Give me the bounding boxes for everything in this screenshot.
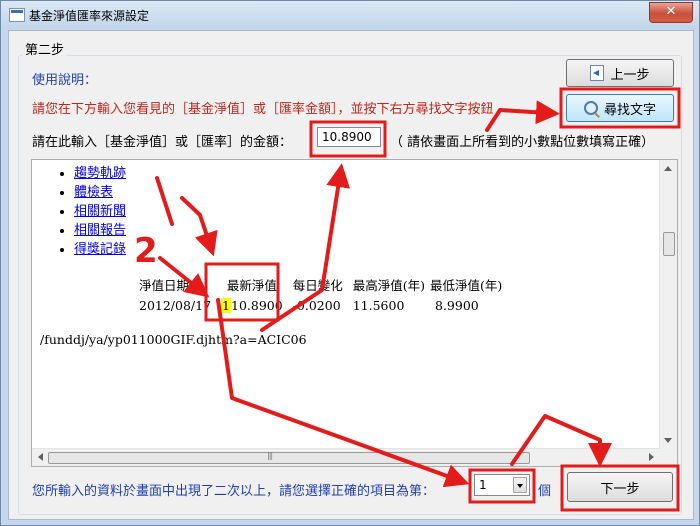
table-cell-nav: 110.8900	[216, 296, 288, 315]
amount-input[interactable]	[317, 127, 381, 147]
search-icon	[583, 101, 598, 115]
instruction-text: 請您在下方輸入您看見的［基金淨值］或［匯率金額］，並按下右方尋找文字按鈕	[32, 102, 494, 117]
table-cell-low: 8.9900	[434, 298, 479, 313]
vertical-scroll-thumb[interactable]	[663, 232, 675, 256]
scroll-down-icon[interactable]	[664, 438, 672, 443]
window-app-icon	[9, 8, 25, 22]
step-title: 第二步	[22, 39, 68, 58]
table-header: 最高淨值(年)	[352, 278, 425, 293]
vertical-scrollbar[interactable]	[659, 160, 677, 449]
title-bar[interactable]: 基金淨值匯率來源設定 ✕	[1, 1, 699, 29]
close-button[interactable]: ✕	[649, 2, 693, 23]
link-trend[interactable]: 趨勢軌跡	[74, 166, 126, 181]
nav-table: 淨值日期 最新淨值 每日變化 最高淨值(年) 最低淨值(年) 2012/08/1…	[134, 273, 507, 315]
list-item: 趨勢軌跡	[74, 164, 126, 183]
list-item: 得獎記錄	[74, 240, 126, 259]
next-step-label: 下一步	[600, 481, 640, 497]
url-text: /funddj/ya/yp011000GIF.djhtm?a=ACIC06	[40, 332, 307, 347]
link-awards[interactable]: 得獎記錄	[74, 242, 126, 257]
scroll-grip-icon: |||	[267, 451, 273, 460]
table-header: 最新淨值	[226, 278, 277, 293]
scroll-right-icon[interactable]	[649, 453, 654, 461]
find-text-button[interactable]: 尋找文字	[566, 94, 674, 122]
table-header-row: 淨值日期 最新淨值 每日變化 最高淨值(年) 最低淨值(年)	[134, 273, 507, 296]
web-preview-pane[interactable]: 趨勢軌跡 體檢表 相關新聞 相關報告 得獎記錄 淨值日期 最新淨值 每日變化 最…	[31, 159, 678, 467]
table-header: 最低淨值(年)	[429, 278, 503, 293]
nav-value: 10.8900	[231, 298, 283, 313]
link-news[interactable]: 相關新聞	[74, 204, 126, 219]
link-list: 趨勢軌跡 體檢表 相關新聞 相關報告 得獎記錄	[64, 164, 126, 259]
amount-label: 請在此輸入［基金淨值］或［匯率］的金額：	[32, 135, 293, 150]
list-item: 相關報告	[74, 221, 126, 240]
dropdown-arrow-icon[interactable]	[513, 477, 527, 493]
next-step-button[interactable]: 下一步	[567, 472, 673, 502]
horizontal-scrollbar[interactable]: |||	[32, 448, 660, 466]
table-header: 淨值日期	[139, 278, 190, 293]
occurrence-value: 1	[479, 478, 487, 492]
scroll-corner	[660, 449, 677, 466]
scroll-left-icon[interactable]	[38, 453, 43, 461]
list-item: 體檢表	[74, 183, 126, 202]
scroll-up-icon[interactable]	[664, 166, 672, 171]
prev-step-label: 上一步	[610, 67, 650, 83]
table-header: 每日變化	[292, 278, 343, 293]
table-cell-date: 2012/08/17	[139, 298, 212, 313]
table-cell-high: 11.5600	[352, 298, 405, 313]
table-row: 2012/08/17 110.8900 -0.0200 11.5600 8.99…	[134, 296, 507, 315]
occurrence-select[interactable]: 1	[474, 474, 530, 496]
list-item: 相關新聞	[74, 202, 126, 221]
back-arrow-icon	[590, 65, 605, 81]
duplicate-notice: 您所輸入的資料於畫面中出現了二次以上，請您選擇正確的項目為第：	[32, 484, 436, 499]
window-title: 基金淨值匯率來源設定	[29, 9, 150, 23]
unit-label: 個	[538, 484, 552, 499]
table-cell-change: -0.0200	[292, 298, 341, 313]
usage-label: 使用說明：	[32, 73, 98, 88]
link-reports[interactable]: 相關報告	[74, 223, 126, 238]
match-highlight: 1	[221, 298, 231, 313]
prev-step-button[interactable]: 上一步	[566, 59, 674, 87]
horizontal-scroll-thumb[interactable]	[48, 452, 530, 464]
find-text-label: 尋找文字	[603, 102, 656, 118]
amount-hint: （ 請依畫面上所看到的小數點位數填寫正確）	[390, 135, 655, 150]
link-checkup[interactable]: 體檢表	[74, 185, 113, 200]
